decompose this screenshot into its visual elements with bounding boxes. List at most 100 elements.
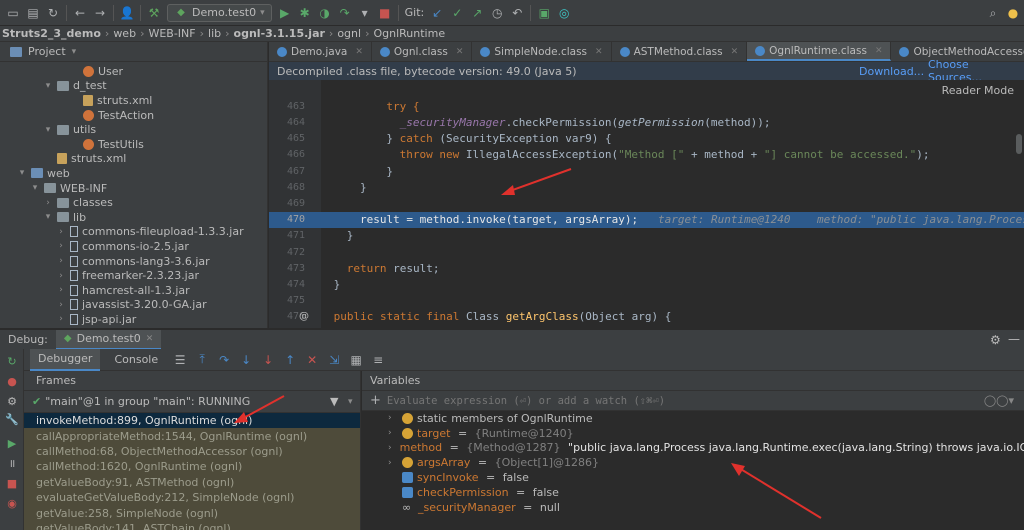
tree-item[interactable]: struts.xml (43, 152, 126, 167)
breadcrumb-item[interactable]: Struts2_3_demo (2, 27, 101, 40)
step-over-icon[interactable]: ↷ (216, 353, 232, 367)
git-rollback-icon[interactable]: ↶ (510, 6, 524, 20)
chevron-right-icon[interactable]: › (388, 428, 398, 438)
tree-item[interactable]: › freemarker-2.3.23.jar (56, 268, 199, 283)
stack-frame[interactable]: getValue:258, SimpleNode (ognl) (24, 505, 360, 521)
settings-wrench-icon[interactable]: ⚙ (6, 395, 18, 408)
view-breakpoints-icon[interactable]: ◉ (6, 497, 18, 510)
code-editor[interactable]: 463 try {464 _securityManager.checkPermiss… (269, 80, 1024, 328)
variable-row[interactable]: › method = {Method@1287} "public java.lan… (362, 441, 1024, 456)
editor-tab[interactable]: SimpleNode.class ✕ (472, 42, 612, 61)
thread-selector[interactable]: ✔ "main"@1 in group "main": RUNNING ▼ ▾ (24, 391, 360, 413)
run-to-cursor-icon[interactable]: ⇲ (326, 353, 342, 367)
editor-tab[interactable]: Demo.java ✕ (269, 42, 372, 61)
minimize-icon[interactable]: — (1008, 332, 1020, 346)
chevron-down-icon[interactable]: ▾ (43, 125, 53, 135)
wrench-icon[interactable]: 🔧 (5, 413, 19, 426)
evaluate-icon[interactable]: ▦ (348, 353, 364, 367)
back-icon[interactable]: ← (73, 6, 87, 20)
search-icon[interactable]: ⌕ (986, 6, 1000, 20)
tree-item[interactable]: struts.xml (69, 93, 152, 108)
tree-item[interactable]: ▾ WEB-INF (30, 181, 107, 196)
tab-debugger[interactable]: Debugger (30, 348, 101, 371)
chevron-down-icon[interactable]: ▾ (348, 397, 353, 407)
git-history-icon[interactable]: ◷ (490, 6, 504, 20)
profile-icon[interactable]: ↷ (338, 6, 352, 20)
build-hammer-icon[interactable]: ⚒ (147, 6, 161, 20)
plugin-icon[interactable]: ◎ (557, 6, 571, 20)
editor-tab[interactable]: Ognl.class ✕ (372, 42, 473, 61)
variable-row[interactable]: ∞ _securityManager = null (362, 500, 1024, 515)
attach-icon[interactable]: ▾ (358, 6, 372, 20)
reader-mode-toggle[interactable]: Reader Mode (942, 84, 1014, 97)
tree-item[interactable]: TestAction (69, 108, 154, 123)
tree-item[interactable]: TestUtils (69, 137, 144, 152)
evaluate-expression-input[interactable] (386, 394, 947, 407)
stack-frame[interactable]: evaluateGetValueBody:212, SimpleNode (og… (24, 489, 360, 506)
drop-frame-icon[interactable]: ✕ (304, 353, 320, 367)
chevron-down-icon[interactable]: ▾ (43, 212, 53, 222)
chevron-right-icon[interactable]: › (56, 241, 66, 251)
variable-row[interactable]: › static members of OgnlRuntime (362, 411, 1024, 426)
user-icon[interactable]: 👤 (120, 6, 135, 20)
close-icon[interactable]: ✕ (595, 47, 603, 57)
stack-frame[interactable]: getValueBody:91, ASTMethod (ognl) (24, 474, 360, 490)
project-title[interactable]: Project (28, 45, 66, 58)
debug-session-tab[interactable]: ◆ Demo.test0 ✕ (55, 329, 162, 350)
close-icon[interactable]: ✕ (875, 46, 883, 56)
variable-row[interactable]: › argsArray = {Object[1]@1286} (362, 455, 1024, 470)
add-watch-icon[interactable]: + (370, 393, 381, 408)
save-icon[interactable]: ▤ (26, 6, 40, 20)
editor-tab[interactable]: OgnlRuntime.class ✕ (747, 42, 892, 61)
breadcrumb-item[interactable]: web (113, 27, 136, 40)
tree-item[interactable]: ▾ d_test (43, 79, 107, 94)
variable-row[interactable]: syncInvoke = false (362, 470, 1024, 485)
filter-icon[interactable]: ▼ (330, 395, 338, 408)
stack-frame[interactable]: invokeMethod:899, OgnlRuntime (ognl) (24, 413, 360, 429)
rerun-icon[interactable]: ↻ (6, 355, 18, 368)
resume-icon[interactable]: ▶ (6, 437, 18, 450)
chevron-right-icon[interactable]: › (56, 256, 66, 266)
force-step-into-icon[interactable]: ↓ (260, 353, 276, 367)
pause-icon[interactable]: ॥ (6, 457, 18, 470)
close-icon[interactable]: ✕ (355, 47, 363, 57)
stop-icon[interactable]: ■ (378, 6, 392, 20)
breakpoint-icon[interactable]: ● (6, 375, 18, 388)
tree-item[interactable]: › javassist-3.20.0-GA.jar (56, 298, 206, 313)
editor-scrollbar[interactable] (1016, 134, 1022, 154)
chevron-right-icon[interactable]: › (388, 443, 392, 453)
chevron-down-icon[interactable]: ▾ (30, 183, 40, 193)
chevron-right-icon[interactable]: › (388, 413, 398, 423)
breadcrumb-item[interactable]: ognl (337, 27, 361, 40)
notification-icon[interactable]: ● (1006, 6, 1020, 20)
chevron-right-icon[interactable]: › (56, 285, 66, 295)
tree-item[interactable]: › commons-lang3-3.6.jar (56, 254, 209, 269)
override-marker-icon[interactable]: @ (299, 311, 309, 322)
breadcrumb-item[interactable]: lib (208, 27, 221, 40)
tree-item[interactable]: User (69, 64, 123, 79)
chevron-down-icon[interactable]: ▾ (72, 47, 77, 57)
sync-icon[interactable]: ↻ (46, 6, 60, 20)
download-link[interactable]: Download... (859, 65, 924, 78)
stack-frame[interactable]: callAppropriateMethod:1544, OgnlRuntime … (24, 428, 360, 444)
stack-frame[interactable]: callMethod:1620, OgnlRuntime (ognl) (24, 459, 360, 475)
gear-icon[interactable]: ⚙ (990, 333, 1001, 347)
tab-console[interactable]: Console (106, 349, 166, 371)
run-configuration-select[interactable]: ◆ Demo.test0 ▾ (167, 3, 272, 22)
editor-tab[interactable]: ASTMethod.class ✕ (612, 42, 748, 61)
close-icon[interactable]: ✕ (731, 47, 739, 57)
chevron-right-icon[interactable]: › (56, 271, 66, 281)
folder-open-icon[interactable]: ▭ (6, 6, 20, 20)
coverage-icon[interactable]: ◑ (318, 6, 332, 20)
git-update-icon[interactable]: ↙ (430, 6, 444, 20)
chevron-right-icon[interactable]: › (388, 458, 398, 468)
stop-icon[interactable]: ■ (6, 477, 18, 490)
breadcrumb-item[interactable]: OgnlRuntime (373, 27, 445, 40)
chevron-right-icon[interactable]: › (56, 227, 66, 237)
tree-item[interactable]: › jsp-api.jar (56, 312, 136, 327)
step-out-icon[interactable]: ↑ (282, 353, 298, 367)
breadcrumb-item[interactable]: WEB-INF (148, 27, 195, 40)
chevron-right-icon[interactable]: › (56, 300, 66, 310)
run-icon[interactable]: ▶ (278, 6, 292, 20)
tree-item[interactable]: ▾ web (17, 166, 70, 181)
